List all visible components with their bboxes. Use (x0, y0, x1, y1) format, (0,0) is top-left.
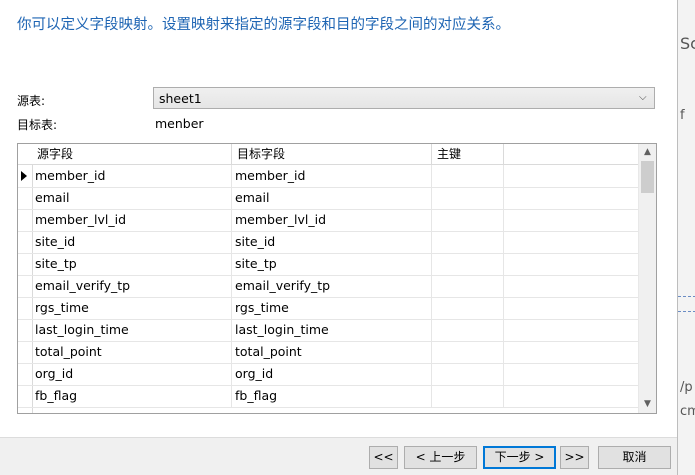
primary-key-cell[interactable] (432, 253, 504, 275)
chevron-down-icon[interactable]: ⌵ (639, 90, 649, 106)
table-row[interactable]: fb_flag fb_flag (18, 385, 638, 408)
table-row[interactable]: member_id member_id (18, 165, 638, 188)
target-field-cell[interactable]: site_tp (232, 253, 432, 275)
source-field-cell[interactable]: member_lvl_id (32, 209, 232, 231)
table-row[interactable]: site_id site_id (18, 231, 638, 254)
scroll-up-icon[interactable]: ▲ (639, 144, 656, 161)
source-field-cell[interactable]: site_id (32, 231, 232, 253)
first-step-button[interactable]: << (369, 446, 398, 469)
primary-key-cell[interactable] (432, 231, 504, 253)
background-text: f (680, 108, 685, 123)
target-field-cell[interactable]: member_id (232, 165, 432, 187)
source-field-cell[interactable]: total_point (32, 341, 232, 363)
primary-key-cell[interactable] (432, 165, 504, 187)
source-field-cell[interactable]: email_verify_tp (32, 275, 232, 297)
source-field-cell[interactable]: last_login_time (32, 319, 232, 341)
source-field-cell[interactable]: email (32, 187, 232, 209)
source-field-cell[interactable]: site_tp (32, 253, 232, 275)
background-window-edge: Sc f /p cm (677, 0, 695, 475)
source-table-select[interactable]: sheet1 ⌵ (153, 87, 655, 109)
table-row[interactable]: org_id org_id (18, 363, 638, 386)
source-table-value: sheet1 (159, 91, 202, 106)
primary-key-cell[interactable] (432, 363, 504, 385)
field-mapping-grid[interactable]: 源字段 目标字段 主键 member_id member_id email email… (17, 143, 657, 414)
target-field-cell[interactable]: email (232, 187, 432, 209)
current-row-indicator-icon (21, 171, 27, 181)
primary-key-cell[interactable] (432, 385, 504, 407)
primary-key-cell[interactable] (432, 319, 504, 341)
table-row[interactable]: member_lvl_id member_lvl_id (18, 209, 638, 232)
primary-key-cell[interactable] (432, 209, 504, 231)
target-table-label: 目标表: (17, 118, 58, 132)
background-text: cm (680, 404, 695, 419)
target-field-cell[interactable]: email_verify_tp (232, 275, 432, 297)
background-text: Sc (680, 34, 695, 53)
source-field-cell[interactable]: fb_flag (32, 385, 232, 407)
header-primary-key[interactable]: 主键 (432, 144, 504, 164)
source-field-cell[interactable]: rgs_time (32, 297, 232, 319)
cancel-button[interactable]: 取消 (598, 446, 671, 469)
source-table-label: 源表: (17, 94, 46, 108)
table-row[interactable]: email email (18, 187, 638, 210)
previous-button[interactable]: < 上一步 (404, 446, 477, 469)
table-row[interactable]: total_point total_point (18, 341, 638, 364)
target-field-cell[interactable]: total_point (232, 341, 432, 363)
table-row[interactable]: site_tp site_tp (18, 253, 638, 276)
table-row[interactable]: rgs_time rgs_time (18, 297, 638, 320)
vertical-scrollbar[interactable]: ▲ ▼ (638, 144, 656, 413)
target-field-cell[interactable]: org_id (232, 363, 432, 385)
scroll-down-icon[interactable]: ▼ (639, 396, 656, 413)
primary-key-cell[interactable] (432, 187, 504, 209)
grid-header: 源字段 目标字段 主键 (18, 144, 638, 165)
scrollbar-thumb[interactable] (641, 161, 654, 193)
primary-key-cell[interactable] (432, 297, 504, 319)
table-row[interactable]: email_verify_tp email_verify_tp (18, 275, 638, 298)
import-wizard-dialog: 你可以定义字段映射。设置映射来指定的源字段和目的字段之间的对应关系。 源表: s… (0, 0, 677, 475)
target-field-cell[interactable]: fb_flag (232, 385, 432, 407)
header-target-field[interactable]: 目标字段 (232, 144, 432, 164)
background-text: /p (680, 380, 693, 395)
target-field-cell[interactable]: site_id (232, 231, 432, 253)
next-button[interactable]: 下一步 > (483, 446, 556, 469)
primary-key-cell[interactable] (432, 341, 504, 363)
target-field-cell[interactable]: last_login_time (232, 319, 432, 341)
target-field-cell[interactable]: rgs_time (232, 297, 432, 319)
header-source-field[interactable]: 源字段 (32, 144, 232, 164)
target-table-value: menber (155, 116, 204, 131)
background-divider (678, 296, 695, 312)
source-field-cell[interactable]: member_id (32, 165, 232, 187)
table-row[interactable]: last_login_time last_login_time (18, 319, 638, 342)
instruction-text: 你可以定义字段映射。设置映射来指定的源字段和目的字段之间的对应关系。 (17, 17, 510, 33)
primary-key-cell[interactable] (432, 275, 504, 297)
last-step-button[interactable]: >> (560, 446, 589, 469)
target-field-cell[interactable]: member_lvl_id (232, 209, 432, 231)
source-field-cell[interactable]: org_id (32, 363, 232, 385)
wizard-footer: << < 上一步 下一步 > >> 取消 (0, 437, 677, 475)
